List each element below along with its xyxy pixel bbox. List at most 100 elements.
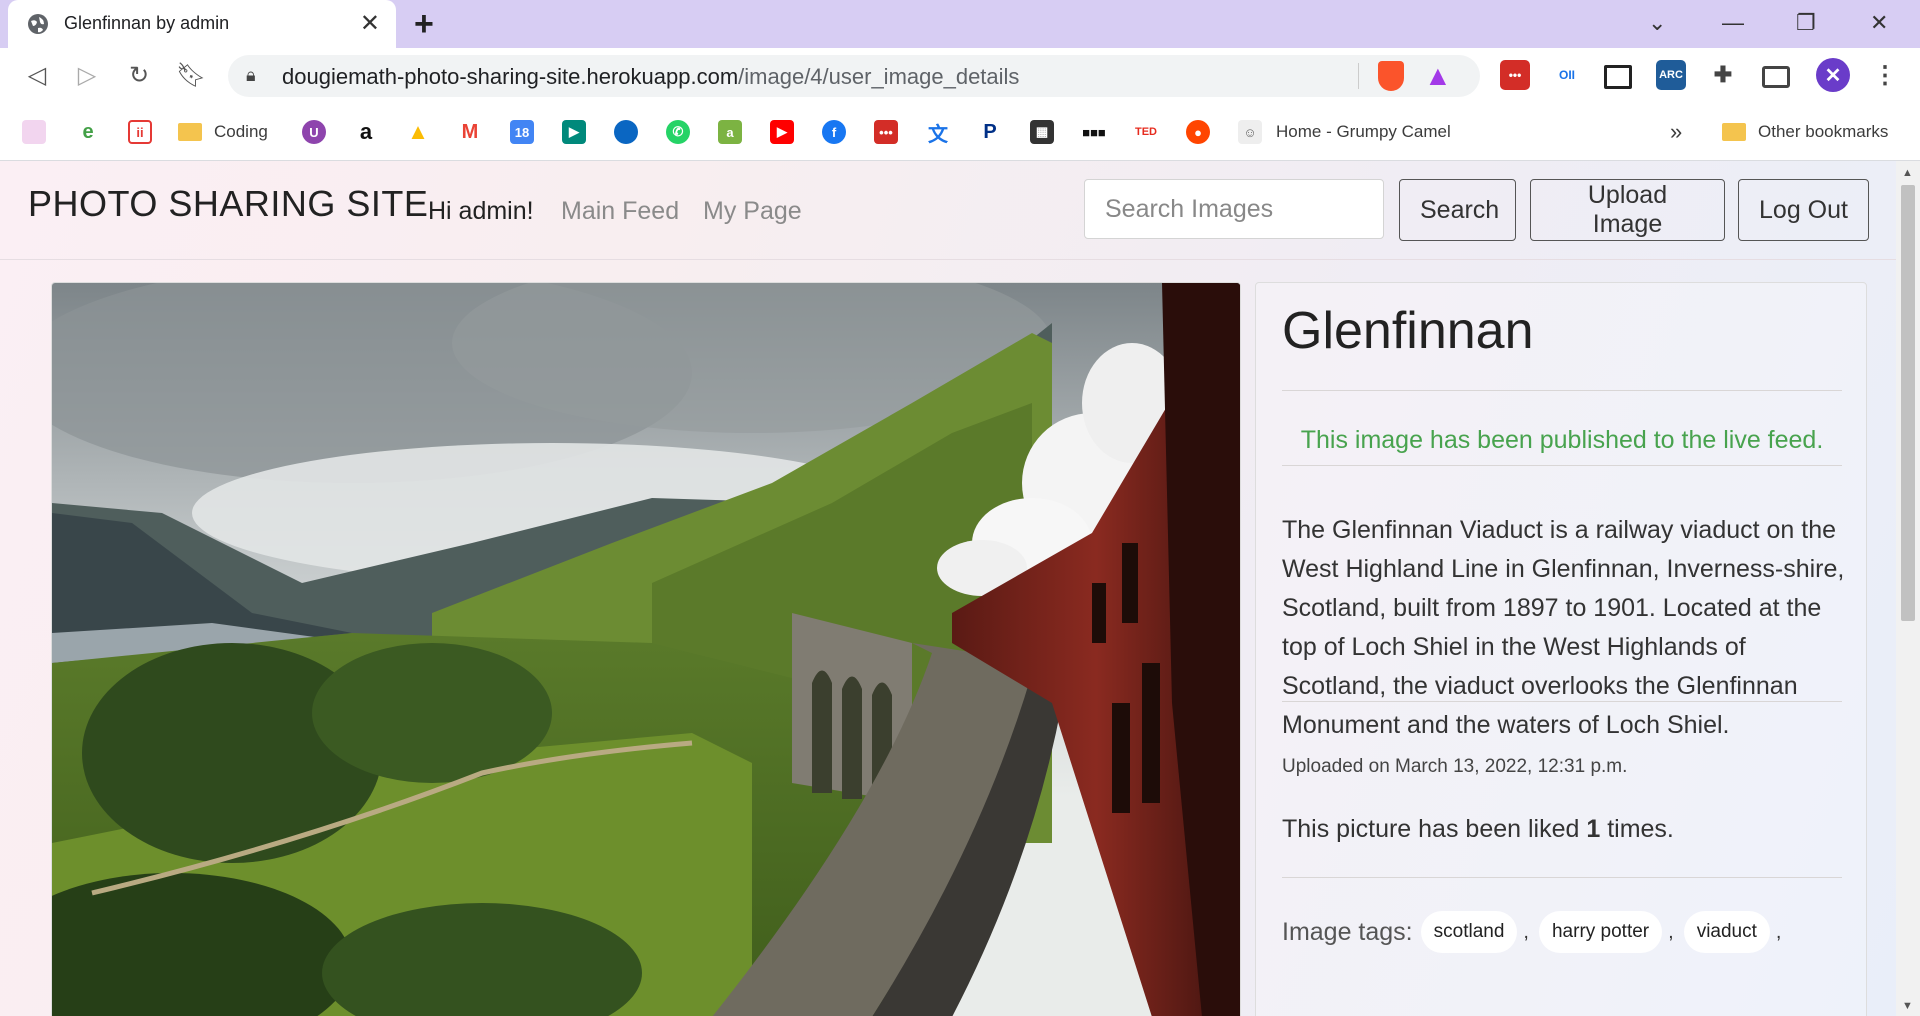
upload-image-button[interactable]: Upload Image <box>1530 179 1725 241</box>
nav-my-page[interactable]: My Page <box>703 197 802 226</box>
tab-title: Glenfinnan by admin <box>64 13 230 33</box>
restore-icon[interactable]: ❐ <box>1796 10 1816 36</box>
bookmark-youtube[interactable]: ▶ <box>770 118 794 146</box>
active-tab[interactable]: Glenfinnan by admin ✕ <box>8 0 396 48</box>
profile-avatar-icon[interactable]: ✕ <box>1816 58 1850 92</box>
bookmark-ted[interactable]: TED <box>1134 118 1158 146</box>
image-description: The Glenfinnan Viaduct is a railway viad… <box>1282 516 1845 739</box>
camel-icon: ☺ <box>1238 120 1262 144</box>
greeting: Hi admin! <box>428 197 534 225</box>
bookmark-icon[interactable]: 🔖︎ <box>176 62 206 90</box>
upload-date: Uploaded on March 13, 2022, 12:31 p.m. <box>1282 756 1628 777</box>
search-input[interactable] <box>1084 179 1384 239</box>
translate-icon: 文 <box>926 120 950 146</box>
image-tags: Image tags: scotland, harry potter, viad… <box>1282 911 1842 953</box>
bookmark-coding-folder[interactable]: Coding <box>178 118 268 146</box>
site-brand[interactable]: PHOTO SHARING SITE <box>28 183 428 225</box>
divider <box>1282 701 1842 702</box>
brave-shield-icon[interactable] <box>1378 61 1404 91</box>
lastpass-icon: ••• <box>874 120 898 144</box>
brave-rewards-icon[interactable]: ▲ <box>1424 61 1452 91</box>
bookmark-green[interactable]: e <box>76 118 100 146</box>
tag-separator: , <box>1668 920 1674 943</box>
page-content: PHOTO SHARING SITE Hi admin! Main Feed M… <box>0 161 1896 1016</box>
bookmark-calendar[interactable]: 18 <box>510 118 534 146</box>
tag-pill[interactable]: scotland <box>1420 911 1518 953</box>
url-host: dougiemath-photo-sharing-site.herokuapp.… <box>282 64 739 89</box>
bookmark-onedrive[interactable] <box>614 118 638 146</box>
bookmark-meet[interactable]: ▶ <box>562 118 586 146</box>
minimize-icon[interactable]: — <box>1722 10 1744 36</box>
bookmark-translate[interactable]: 文 <box>926 118 950 146</box>
close-tab-icon[interactable]: ✕ <box>360 10 380 38</box>
bookmark-whatsapp[interactable]: ✆ <box>666 118 690 146</box>
green-e-icon: e <box>76 120 100 144</box>
bookmark-lastpass[interactable]: ••• <box>874 118 898 146</box>
search-button[interactable]: Search <box>1399 179 1516 241</box>
tag-separator: , <box>1523 920 1529 943</box>
bookmark-dots[interactable]: ■■■ <box>1082 118 1106 146</box>
gmail-icon: M <box>458 120 482 144</box>
photo-card <box>51 282 1241 1016</box>
bookmark-drive[interactable]: ▲ <box>406 118 430 146</box>
scroll-down-icon[interactable]: ▼ <box>1902 1000 1913 1012</box>
coding-label: Coding <box>214 122 268 141</box>
forward-icon[interactable]: ▷ <box>72 62 102 90</box>
picture-in-picture-icon[interactable] <box>1604 65 1632 89</box>
arc-extension-icon[interactable]: ARC <box>1656 60 1686 90</box>
bookmark-grumpy-camel[interactable]: ☺ Home - Grumpy Camel <box>1238 118 1451 146</box>
address-bar[interactable]: 🔒︎ dougiemath-photo-sharing-site.herokua… <box>228 55 1480 97</box>
site-navbar: PHOTO SHARING SITE Hi admin! Main Feed M… <box>0 161 1896 260</box>
tab-search-icon[interactable]: ⌄ <box>1648 10 1666 36</box>
new-tab-button[interactable]: + <box>414 6 434 42</box>
purple-circle-icon: U <box>302 120 326 144</box>
nav-main-feed[interactable]: Main Feed <box>561 197 679 226</box>
kids-site-icon <box>22 120 46 144</box>
other-bookmarks-label: Other bookmarks <box>1758 122 1889 141</box>
lastpass-extension-icon[interactable]: ••• <box>1500 60 1530 90</box>
qr-code-icon: ▦ <box>1030 120 1054 144</box>
bookmark-other-folder[interactable]: Other bookmarks <box>1722 118 1888 146</box>
likes-count: 1 <box>1586 815 1601 843</box>
url-text[interactable]: dougiemath-photo-sharing-site.herokuapp.… <box>282 64 1019 90</box>
tag-pill[interactable]: viaduct <box>1683 911 1770 953</box>
tag-pill[interactable]: harry potter <box>1538 911 1663 953</box>
bookmark-kids-site[interactable] <box>22 118 46 146</box>
whatsapp-icon: ✆ <box>666 120 690 144</box>
ted-icon: TED <box>1134 120 1158 144</box>
bookmark-reddit[interactable]: ● <box>1186 118 1210 146</box>
reload-icon[interactable]: ↻ <box>124 62 154 90</box>
page-scrollbar[interactable]: ▲ ▼ <box>1896 161 1920 1016</box>
bookmark-green-a[interactable]: a <box>718 118 742 146</box>
omnibox-divider <box>1358 63 1359 89</box>
bookmark-paypal[interactable]: P <box>978 118 1002 146</box>
bookmark-amazon[interactable]: a <box>354 118 378 146</box>
tags-label: Image tags: <box>1282 917 1413 946</box>
grumpy-camel-label: Home - Grumpy Camel <box>1276 122 1451 141</box>
back-icon[interactable]: ◁ <box>22 62 52 90</box>
url-path: /image/4/user_image_details <box>738 64 1020 89</box>
more-bookmarks-chevron[interactable]: » <box>1670 118 1682 146</box>
calendar-icon: 18 <box>510 120 534 144</box>
like-count-text: This picture has been liked 1 times. <box>1282 815 1674 844</box>
bookmark-purple[interactable]: U <box>302 118 326 146</box>
bookmark-ii[interactable]: ii <box>128 118 152 146</box>
logout-button[interactable]: Log Out <box>1738 179 1869 241</box>
ollie-extension-icon[interactable]: OII <box>1552 60 1582 90</box>
tab-strip: Glenfinnan by admin ✕ + ⌄ — ❐ ✕ <box>0 0 1920 48</box>
likes-prefix: This picture has been liked <box>1282 815 1580 843</box>
close-window-icon[interactable]: ✕ <box>1870 10 1888 36</box>
wallet-icon[interactable] <box>1762 66 1790 88</box>
glenfinnan-photo <box>52 283 1240 1016</box>
amazon-icon: a <box>354 119 378 144</box>
extensions-puzzle-icon[interactable]: ✚ <box>1708 60 1738 90</box>
bookmark-qr[interactable]: ▦ <box>1030 118 1054 146</box>
menu-icon[interactable]: ⋮ <box>1870 60 1900 90</box>
scroll-up-icon[interactable]: ▲ <box>1902 167 1913 179</box>
bookmark-facebook[interactable]: f <box>822 118 846 146</box>
meet-icon: ▶ <box>562 120 586 144</box>
image-details-card: Glenfinnan This image has been published… <box>1255 282 1867 1016</box>
bookmark-gmail[interactable]: M <box>458 118 482 146</box>
scrollbar-thumb[interactable] <box>1901 185 1915 621</box>
green-a-icon: a <box>718 120 742 144</box>
